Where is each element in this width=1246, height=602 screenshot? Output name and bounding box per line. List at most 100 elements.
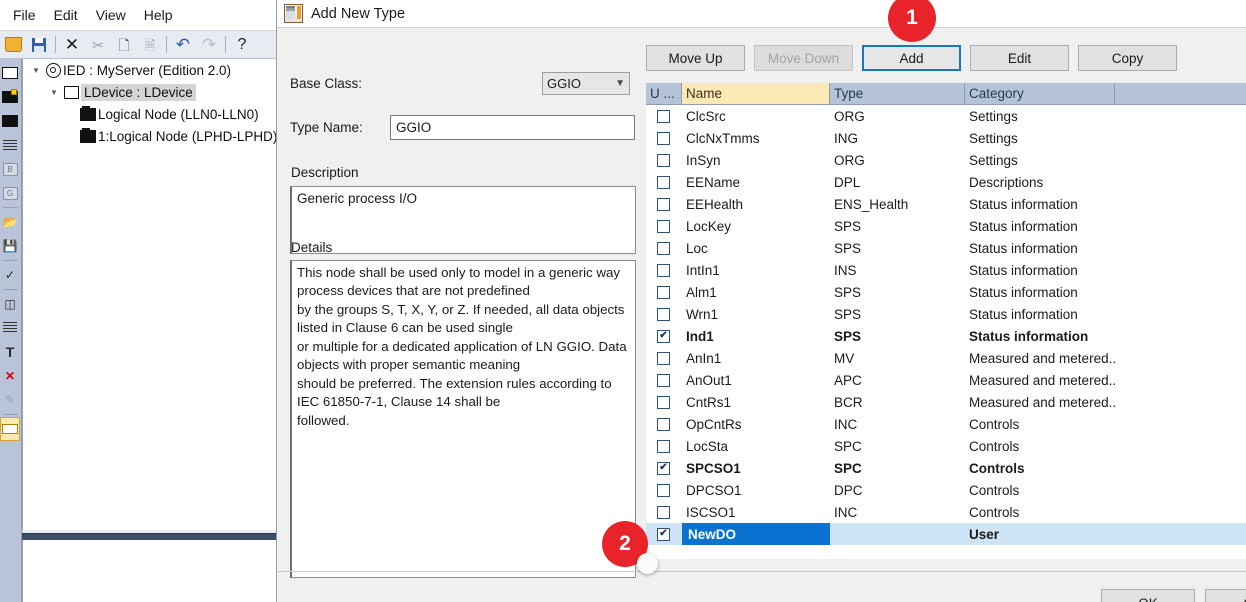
column-header-used[interactable]: U ... bbox=[646, 83, 682, 104]
checkbox-checked-icon[interactable]: ✔ bbox=[657, 527, 670, 541]
checkbox-unchecked-icon[interactable] bbox=[657, 483, 670, 497]
menu-item-file[interactable]: File bbox=[4, 4, 45, 26]
g-box-icon[interactable]: G bbox=[0, 181, 20, 205]
checkbox-unchecked-icon[interactable] bbox=[657, 439, 670, 453]
menu-item-help[interactable]: Help bbox=[135, 4, 182, 26]
menu-item-view[interactable]: View bbox=[87, 4, 135, 26]
add-text-icon[interactable]: T bbox=[0, 340, 20, 364]
table-row[interactable]: ISCSO1 INC Controls bbox=[646, 501, 1246, 523]
table-row[interactable]: ✔ NewDO User bbox=[646, 523, 1246, 545]
check-icon[interactable]: ✓ bbox=[0, 263, 20, 287]
edit-button[interactable]: Edit bbox=[970, 45, 1069, 71]
checkbox-unchecked-icon[interactable] bbox=[657, 505, 670, 519]
add-folder-icon[interactable] bbox=[0, 85, 20, 109]
open-folder-icon[interactable] bbox=[2, 34, 24, 56]
open-file-icon[interactable]: 📂 bbox=[0, 210, 20, 234]
data-objects-table[interactable]: U ... Name Type Category ClcSrc ORG Settin… bbox=[646, 83, 1246, 559]
checkbox-unchecked-icon[interactable] bbox=[657, 373, 670, 387]
checkbox-unchecked-icon[interactable] bbox=[657, 285, 670, 299]
model-tree[interactable]: ▼ IED : MyServer (Edition 2.0) ▼ LDevice… bbox=[22, 59, 280, 535]
column-header-category[interactable]: Category bbox=[965, 83, 1115, 104]
properties-icon[interactable] bbox=[0, 417, 20, 441]
tool-strip: B G 📂 💾 ✓ ◫ T ✕ ✎ bbox=[0, 59, 22, 602]
description-textarea[interactable]: Generic process I/O bbox=[290, 186, 636, 254]
checkbox-unchecked-icon[interactable] bbox=[657, 307, 670, 321]
table-row[interactable]: AnIn1 MV Measured and metered... bbox=[646, 347, 1246, 369]
copy-button[interactable]: Copy bbox=[1078, 45, 1177, 71]
row-type-cell: SPC bbox=[834, 438, 862, 454]
table-row[interactable]: ClcSrc ORG Settings bbox=[646, 105, 1246, 127]
table-row[interactable]: LocSta SPC Controls bbox=[646, 435, 1246, 457]
checkbox-unchecked-icon[interactable] bbox=[657, 351, 670, 365]
checkbox-unchecked-icon[interactable] bbox=[657, 109, 670, 123]
row-used-cell bbox=[646, 479, 682, 501]
toolbar-separator bbox=[55, 36, 56, 53]
delete-x-icon[interactable]: ✕ bbox=[61, 34, 83, 56]
new-document-icon[interactable] bbox=[0, 61, 20, 85]
checkbox-unchecked-icon[interactable] bbox=[657, 175, 670, 189]
checkbox-checked-icon[interactable]: ✔ bbox=[657, 329, 670, 343]
table-row[interactable]: ✔ SPCSO1 SPC Controls bbox=[646, 457, 1246, 479]
tree-item-ied[interactable]: ▼ IED : MyServer (Edition 2.0) bbox=[23, 59, 280, 81]
move-up-button[interactable]: Move Up bbox=[646, 45, 745, 71]
details-textarea[interactable]: This node shall be used only to model in… bbox=[290, 260, 636, 578]
save-as-icon[interactable]: 💾 bbox=[0, 234, 20, 258]
checkbox-unchecked-icon[interactable] bbox=[657, 153, 670, 167]
expand-arrow-icon[interactable]: ▼ bbox=[47, 88, 61, 97]
undo-icon[interactable]: ↶ bbox=[172, 34, 194, 56]
cancel-button[interactable]: Ca bbox=[1205, 589, 1246, 602]
table-row[interactable]: EEHealth ENS_Health Status information bbox=[646, 193, 1246, 215]
b-box-icon[interactable]: B bbox=[0, 157, 20, 181]
table-row[interactable]: Loc SPS Status information bbox=[646, 237, 1246, 259]
tree-item-ldevice[interactable]: ▼ LDevice : LDevice bbox=[23, 81, 280, 103]
table-row[interactable]: InSyn ORG Settings bbox=[646, 149, 1246, 171]
toolbar-separator bbox=[166, 36, 167, 53]
table-row[interactable]: AnOut1 APC Measured and metered... bbox=[646, 369, 1246, 391]
strip-separator bbox=[3, 260, 18, 261]
tree-item-lphd[interactable]: 1:Logical Node (LPHD-LPHD) bbox=[23, 125, 280, 147]
row-type-cell: SPS bbox=[834, 328, 862, 344]
tree-item-lln0[interactable]: Logical Node (LLN0-LLN0) bbox=[23, 103, 280, 125]
delete-text-icon[interactable]: ✕ bbox=[0, 364, 20, 388]
checkbox-unchecked-icon[interactable] bbox=[657, 131, 670, 145]
copy-icon[interactable]: 🗋 bbox=[113, 34, 135, 56]
row-name-cell: ISCSO1 bbox=[686, 504, 736, 520]
table-row[interactable]: LocKey SPS Status information bbox=[646, 215, 1246, 237]
ok-button[interactable]: OK bbox=[1101, 589, 1195, 602]
column-header-type[interactable]: Type bbox=[830, 83, 965, 104]
column-header-name[interactable]: Name bbox=[682, 83, 830, 104]
checkbox-unchecked-icon[interactable] bbox=[657, 219, 670, 233]
menu-item-edit[interactable]: Edit bbox=[45, 4, 87, 26]
table-row[interactable]: ✔ Ind1 SPS Status information bbox=[646, 325, 1246, 347]
table-row[interactable]: EEName DPL Descriptions bbox=[646, 171, 1246, 193]
checkbox-checked-icon[interactable]: ✔ bbox=[657, 461, 670, 475]
lower-panel bbox=[22, 540, 280, 602]
folder-icon[interactable] bbox=[0, 109, 20, 133]
checkbox-unchecked-icon[interactable] bbox=[657, 241, 670, 255]
row-type-cell: ING bbox=[834, 130, 859, 146]
checkbox-unchecked-icon[interactable] bbox=[657, 263, 670, 277]
panel-icon[interactable]: ◫ bbox=[0, 292, 20, 316]
table-row[interactable]: DPCSO1 DPC Controls bbox=[646, 479, 1246, 501]
save-icon[interactable] bbox=[28, 34, 50, 56]
row-filler-cell bbox=[1115, 501, 1246, 523]
table-row[interactable]: IntIn1 INS Status information bbox=[646, 259, 1246, 281]
table-row[interactable]: CntRs1 BCR Measured and metered... bbox=[646, 391, 1246, 413]
row-name-cell: NewDO bbox=[682, 523, 830, 545]
type-name-input[interactable]: GGIO bbox=[390, 115, 635, 140]
checkbox-unchecked-icon[interactable] bbox=[657, 197, 670, 211]
add-button[interactable]: Add bbox=[862, 45, 961, 71]
grid-icon[interactable] bbox=[0, 316, 20, 340]
base-class-select[interactable]: GGIO ▼ bbox=[542, 72, 630, 95]
row-name-cell: OpCntRs bbox=[686, 416, 742, 432]
table-row[interactable]: OpCntRs INC Controls bbox=[646, 413, 1246, 435]
help-question-icon[interactable]: ? bbox=[231, 34, 253, 56]
list-lines-icon[interactable] bbox=[0, 133, 20, 157]
checkbox-unchecked-icon[interactable] bbox=[657, 395, 670, 409]
panel-splitter[interactable] bbox=[22, 530, 280, 540]
expand-arrow-icon[interactable]: ▼ bbox=[29, 66, 43, 75]
checkbox-unchecked-icon[interactable] bbox=[657, 417, 670, 431]
table-row[interactable]: ClcNxTmms ING Settings bbox=[646, 127, 1246, 149]
table-row[interactable]: Wrn1 SPS Status information bbox=[646, 303, 1246, 325]
table-row[interactable]: Alm1 SPS Status information bbox=[646, 281, 1246, 303]
